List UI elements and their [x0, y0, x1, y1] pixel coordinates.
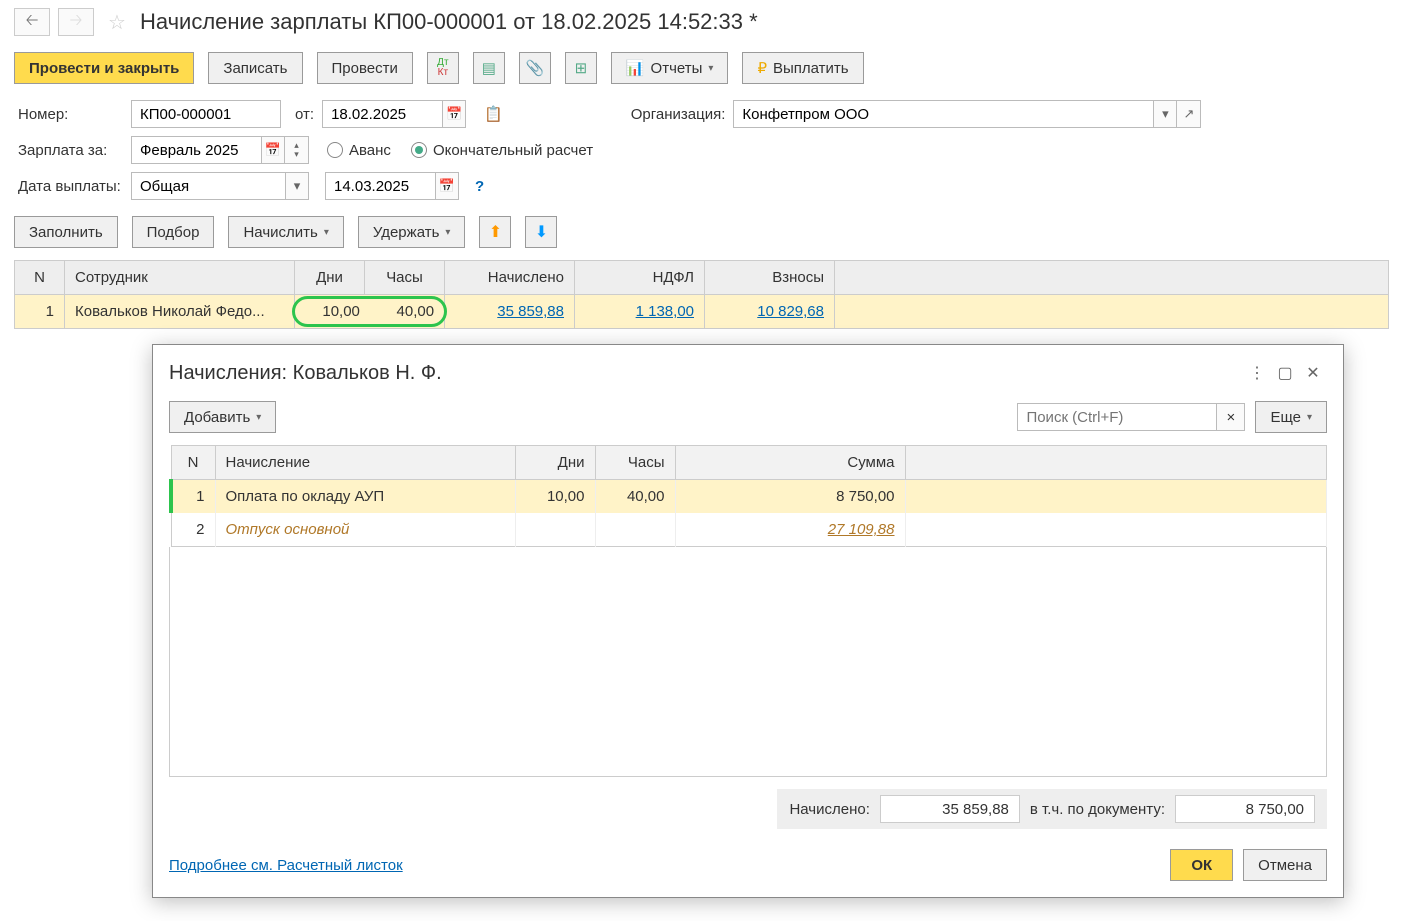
- pick-button[interactable]: Подбор: [132, 216, 215, 248]
- accrue-button[interactable]: Начислить ▾: [228, 216, 343, 248]
- ok-button[interactable]: ОК: [1170, 849, 1233, 881]
- forward-button[interactable]: 🡢: [58, 8, 94, 36]
- move-up-button[interactable]: ⬆: [479, 216, 511, 248]
- cancel-button[interactable]: Отмена: [1243, 849, 1327, 881]
- days-hours-highlight: 10,00 40,00: [292, 296, 447, 327]
- dt-kt-icon: ДтКт: [437, 58, 448, 78]
- payslip-link[interactable]: Подробнее см. Расчетный листок: [169, 857, 403, 874]
- print-button[interactable]: ▤: [473, 52, 505, 84]
- chart-icon: 📊: [626, 59, 645, 77]
- more-button[interactable]: Еще ▾: [1255, 401, 1327, 433]
- final-radio[interactable]: Окончательный расчет: [411, 142, 593, 159]
- calendar-icon[interactable]: 📅: [435, 172, 459, 200]
- chevron-down-icon: ▾: [256, 412, 261, 423]
- paperclip-icon: 📎: [526, 59, 545, 77]
- chevron-down-icon[interactable]: ▾: [285, 172, 309, 200]
- structure-icon: ⊞: [575, 59, 588, 77]
- accruals-dialog: Начисления: Ковальков Н. Ф. ⋮ ▢ ✕ Добави…: [152, 344, 1344, 898]
- col-ndfl: НДФЛ: [575, 261, 705, 295]
- number-input[interactable]: [131, 100, 281, 128]
- doc-total: 8 750,00: [1175, 795, 1315, 823]
- coin-icon: ₽: [757, 59, 767, 77]
- from-label: от:: [295, 106, 314, 123]
- back-button[interactable]: 🡠: [14, 8, 50, 36]
- reports-button[interactable]: 📊 Отчеты ▾: [611, 52, 729, 84]
- favorite-star-icon[interactable]: ☆: [108, 10, 126, 35]
- col-days: Дни: [515, 446, 595, 480]
- col-contrib: Взносы: [705, 261, 835, 295]
- save-button[interactable]: Записать: [208, 52, 302, 84]
- number-label: Номер:: [18, 106, 123, 123]
- dt-kt-button[interactable]: ДтКт: [427, 52, 459, 84]
- fill-button[interactable]: Заполнить: [14, 216, 118, 248]
- advance-radio[interactable]: Аванс: [327, 142, 391, 159]
- spin-icon[interactable]: ▴▾: [285, 136, 309, 164]
- col-sum: Сумма: [675, 446, 905, 480]
- maximize-icon[interactable]: ▢: [1271, 359, 1299, 387]
- table-row[interactable]: 1 Оплата по окладу АУП 10,00 40,00 8 750…: [171, 480, 1327, 514]
- close-icon[interactable]: ✕: [1299, 359, 1327, 387]
- chevron-down-icon[interactable]: ▾: [1153, 100, 1177, 128]
- document-icon: ▤: [482, 59, 496, 77]
- employee-table: N Сотрудник Дни Часы Начислено НДФЛ Взно…: [14, 260, 1389, 329]
- ndfl-link[interactable]: 1 138,00: [636, 303, 694, 320]
- paydate-input[interactable]: [325, 172, 435, 200]
- accrued-label: Начислено:: [789, 801, 869, 818]
- col-hours: Часы: [365, 261, 445, 295]
- page-title: Начисление зарплаты КП00-000001 от 18.02…: [140, 9, 758, 35]
- add-button[interactable]: Добавить ▾: [169, 401, 276, 433]
- status-icon: 📋: [484, 105, 503, 123]
- col-accrued: Начислено: [445, 261, 575, 295]
- radio-checked-icon: [411, 142, 427, 158]
- salary-for-label: Зарплата за:: [18, 142, 123, 159]
- accruals-table: N Начисление Дни Часы Сумма 1 Оплата по …: [169, 445, 1327, 547]
- more-menu-icon[interactable]: ⋮: [1243, 359, 1271, 387]
- open-icon[interactable]: ↗: [1177, 100, 1201, 128]
- period-input[interactable]: [131, 136, 261, 164]
- org-input[interactable]: [733, 100, 1153, 128]
- col-hours: Часы: [595, 446, 675, 480]
- arrow-up-icon: ⬆: [489, 222, 502, 242]
- pay-button[interactable]: ₽ Выплатить: [742, 52, 863, 84]
- chevron-down-icon: ▾: [324, 227, 329, 238]
- doc-label: в т.ч. по документу:: [1030, 801, 1165, 818]
- chevron-down-icon: ▾: [445, 227, 450, 238]
- chevron-down-icon: ▾: [1307, 412, 1312, 423]
- calendar-icon[interactable]: 📅: [442, 100, 466, 128]
- col-n: N: [15, 261, 65, 295]
- post-button[interactable]: Провести: [317, 52, 413, 84]
- dialog-title: Начисления: Ковальков Н. Ф.: [169, 362, 1243, 385]
- org-label: Организация:: [631, 106, 726, 123]
- paydate-label: Дата выплаты:: [18, 178, 123, 195]
- col-accrual: Начисление: [215, 446, 515, 480]
- table-row[interactable]: 1 Ковальков Николай Федо... 10,00 40,00 …: [15, 295, 1389, 329]
- calendar-icon[interactable]: 📅: [261, 136, 285, 164]
- paydate-type-input[interactable]: [131, 172, 285, 200]
- sum-link[interactable]: 27 109,88: [828, 521, 895, 538]
- move-down-button[interactable]: ⬇: [525, 216, 557, 248]
- withhold-button[interactable]: Удержать ▾: [358, 216, 466, 248]
- accrued-total: 35 859,88: [880, 795, 1020, 823]
- attach-button[interactable]: 📎: [519, 52, 551, 84]
- search-input[interactable]: [1017, 403, 1217, 431]
- structure-button[interactable]: ⊞: [565, 52, 597, 84]
- col-employee: Сотрудник: [65, 261, 295, 295]
- accrued-link[interactable]: 35 859,88: [497, 303, 564, 320]
- contrib-link[interactable]: 10 829,68: [757, 303, 824, 320]
- radio-icon: [327, 142, 343, 158]
- help-icon[interactable]: ?: [475, 178, 484, 195]
- col-n: N: [171, 446, 215, 480]
- clear-search-icon[interactable]: ×: [1217, 403, 1245, 431]
- col-days: Дни: [295, 261, 365, 295]
- chevron-down-icon: ▾: [708, 63, 713, 74]
- post-and-close-button[interactable]: Провести и закрыть: [14, 52, 194, 84]
- date-input[interactable]: [322, 100, 442, 128]
- arrow-down-icon: ⬇: [535, 222, 548, 242]
- table-row[interactable]: 2 Отпуск основной 27 109,88: [171, 513, 1327, 547]
- table-empty-area: [169, 547, 1327, 777]
